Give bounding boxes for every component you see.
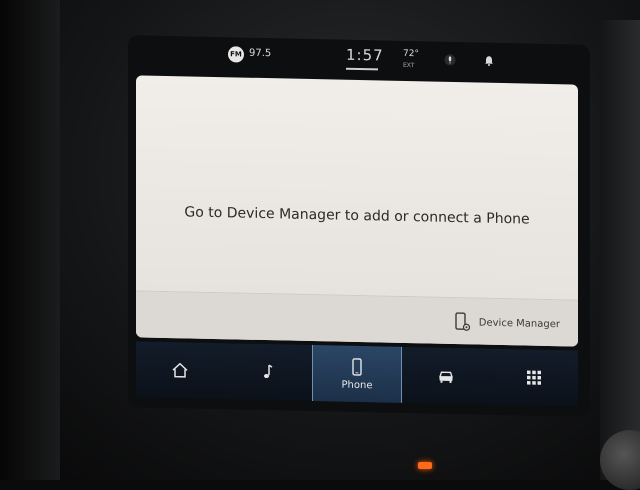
- phone-settings-icon: [455, 312, 470, 331]
- infotainment-screen: FM 97.5 1:57 72° EXT Go to Device Manage…: [128, 35, 590, 417]
- bottom-nav-bar: Phone: [136, 341, 578, 407]
- nav-item-home[interactable]: [136, 341, 224, 399]
- bell-icon[interactable]: [483, 55, 495, 67]
- bezel-left-edge: [0, 0, 60, 480]
- outside-temperature: 72°: [403, 48, 419, 60]
- nav-item-phone[interactable]: Phone: [312, 345, 402, 403]
- air-vent: [600, 20, 640, 480]
- car-icon: [439, 371, 453, 383]
- device-manager-label: Device Manager: [478, 317, 560, 330]
- phone-icon: [352, 357, 362, 376]
- nav-item-media[interactable]: [224, 343, 312, 401]
- music-note-icon: [264, 364, 273, 379]
- device-manager-button[interactable]: Device Manager: [453, 310, 560, 336]
- apps-grid-icon: [527, 370, 541, 385]
- nav-label-phone: Phone: [341, 379, 373, 391]
- hazard-indicator-led: [418, 462, 432, 469]
- temperature-label: EXT: [403, 61, 415, 70]
- connect-phone-message: Go to Device Manager to add or connect a…: [184, 204, 530, 228]
- radio-frequency[interactable]: 97.5: [249, 48, 271, 59]
- clock[interactable]: 1:57: [346, 46, 384, 65]
- home-icon: [172, 362, 188, 378]
- nav-item-apps[interactable]: [490, 349, 578, 407]
- clock-underline: [346, 67, 378, 71]
- mic-icon[interactable]: [444, 54, 456, 66]
- nav-item-vehicle[interactable]: [402, 347, 490, 405]
- radio-badge[interactable]: FM: [228, 46, 244, 63]
- phone-panel: Go to Device Manager to add or connect a…: [136, 75, 578, 347]
- panel-footer: Device Manager: [136, 290, 578, 347]
